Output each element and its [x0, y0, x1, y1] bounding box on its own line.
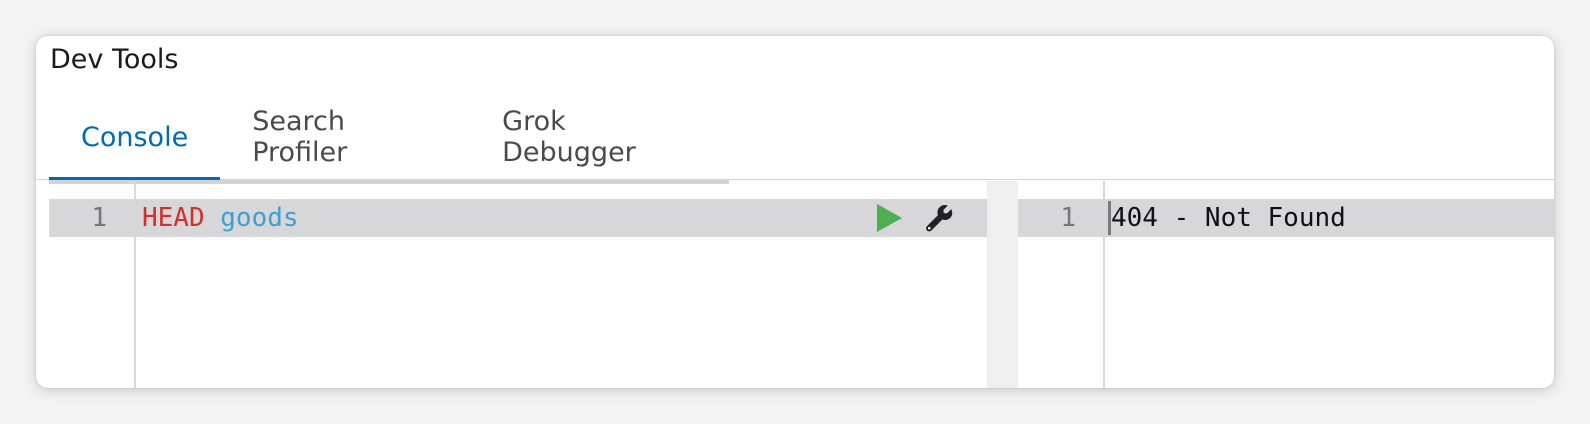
response-text: 404 - Not Found: [1111, 203, 1346, 233]
wrench-icon: [926, 205, 953, 232]
line-number: 1: [91, 203, 107, 233]
pane-resize-handle[interactable]: [987, 181, 1018, 388]
request-actions: [874, 199, 954, 237]
request-method: HEAD: [142, 203, 205, 233]
play-icon: [877, 204, 902, 232]
request-editor[interactable]: 1 HEAD goods: [36, 181, 987, 388]
tab-bar: Console Search Profiler Grok Debugger: [49, 98, 729, 184]
page-title: Dev Tools: [50, 44, 179, 75]
tab-grok-debugger[interactable]: Grok Debugger: [470, 98, 729, 176]
line-number: 1: [1060, 203, 1076, 233]
request-settings-button[interactable]: [924, 202, 954, 234]
response-editor[interactable]: 1 404 - Not Found: [1018, 181, 1554, 388]
tab-console[interactable]: Console: [49, 98, 221, 180]
send-request-button[interactable]: [874, 202, 904, 234]
dev-tools-window: Dev Tools Console Search Profiler Grok D…: [36, 36, 1554, 388]
request-path: goods: [220, 203, 299, 233]
request-code-line[interactable]: HEAD goods: [142, 199, 299, 237]
tab-search-profiler[interactable]: Search Profiler: [220, 98, 470, 176]
